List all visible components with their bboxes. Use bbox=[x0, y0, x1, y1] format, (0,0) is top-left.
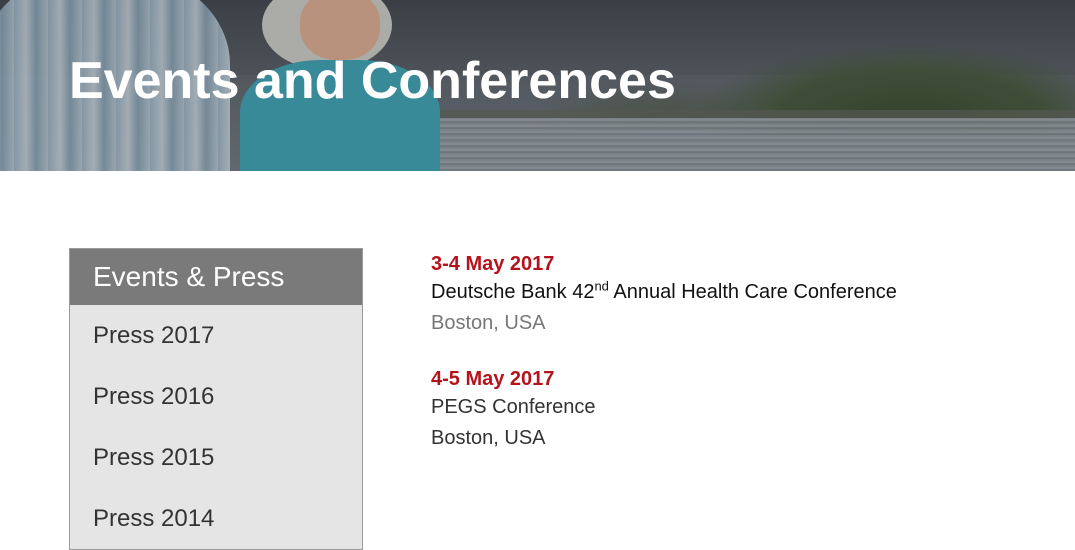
event-item: 4-5 May 2017 PEGS Conference Boston, USA bbox=[431, 367, 1031, 453]
event-location: Boston, USA bbox=[431, 427, 546, 449]
event-title[interactable]: Deutsche Bank 42nd Annual Health Care Co… bbox=[431, 276, 1031, 308]
event-title-text: Deutsche Bank 42 bbox=[431, 281, 595, 303]
event-date: 4-5 May 2017 bbox=[431, 368, 555, 390]
events-list: 3-4 May 2017 Deutsche Bank 42nd Annual H… bbox=[431, 252, 1031, 482]
event-item: 3-4 May 2017 Deutsche Bank 42nd Annual H… bbox=[431, 252, 1031, 338]
page-title: Events and Conferences bbox=[69, 52, 676, 110]
event-date: 3-4 May 2017 bbox=[431, 253, 555, 275]
sidebar-heading[interactable]: Events & Press bbox=[70, 249, 362, 305]
event-title-ordinal: nd bbox=[594, 278, 609, 294]
sidebar-item-press-2016[interactable]: Press 2016 bbox=[70, 366, 362, 427]
sidebar-item-press-2015[interactable]: Press 2015 bbox=[70, 427, 362, 488]
event-title-text-rest: Annual Health Care Conference bbox=[608, 281, 897, 303]
event-location: Boston, USA bbox=[431, 312, 546, 334]
sidebar-nav: Events & Press Press 2017 Press 2016 Pre… bbox=[69, 248, 363, 550]
hero-banner: Events and Conferences bbox=[0, 0, 1075, 171]
event-title[interactable]: PEGS Conference bbox=[431, 391, 1031, 423]
sidebar-item-press-2017[interactable]: Press 2017 bbox=[70, 305, 362, 366]
